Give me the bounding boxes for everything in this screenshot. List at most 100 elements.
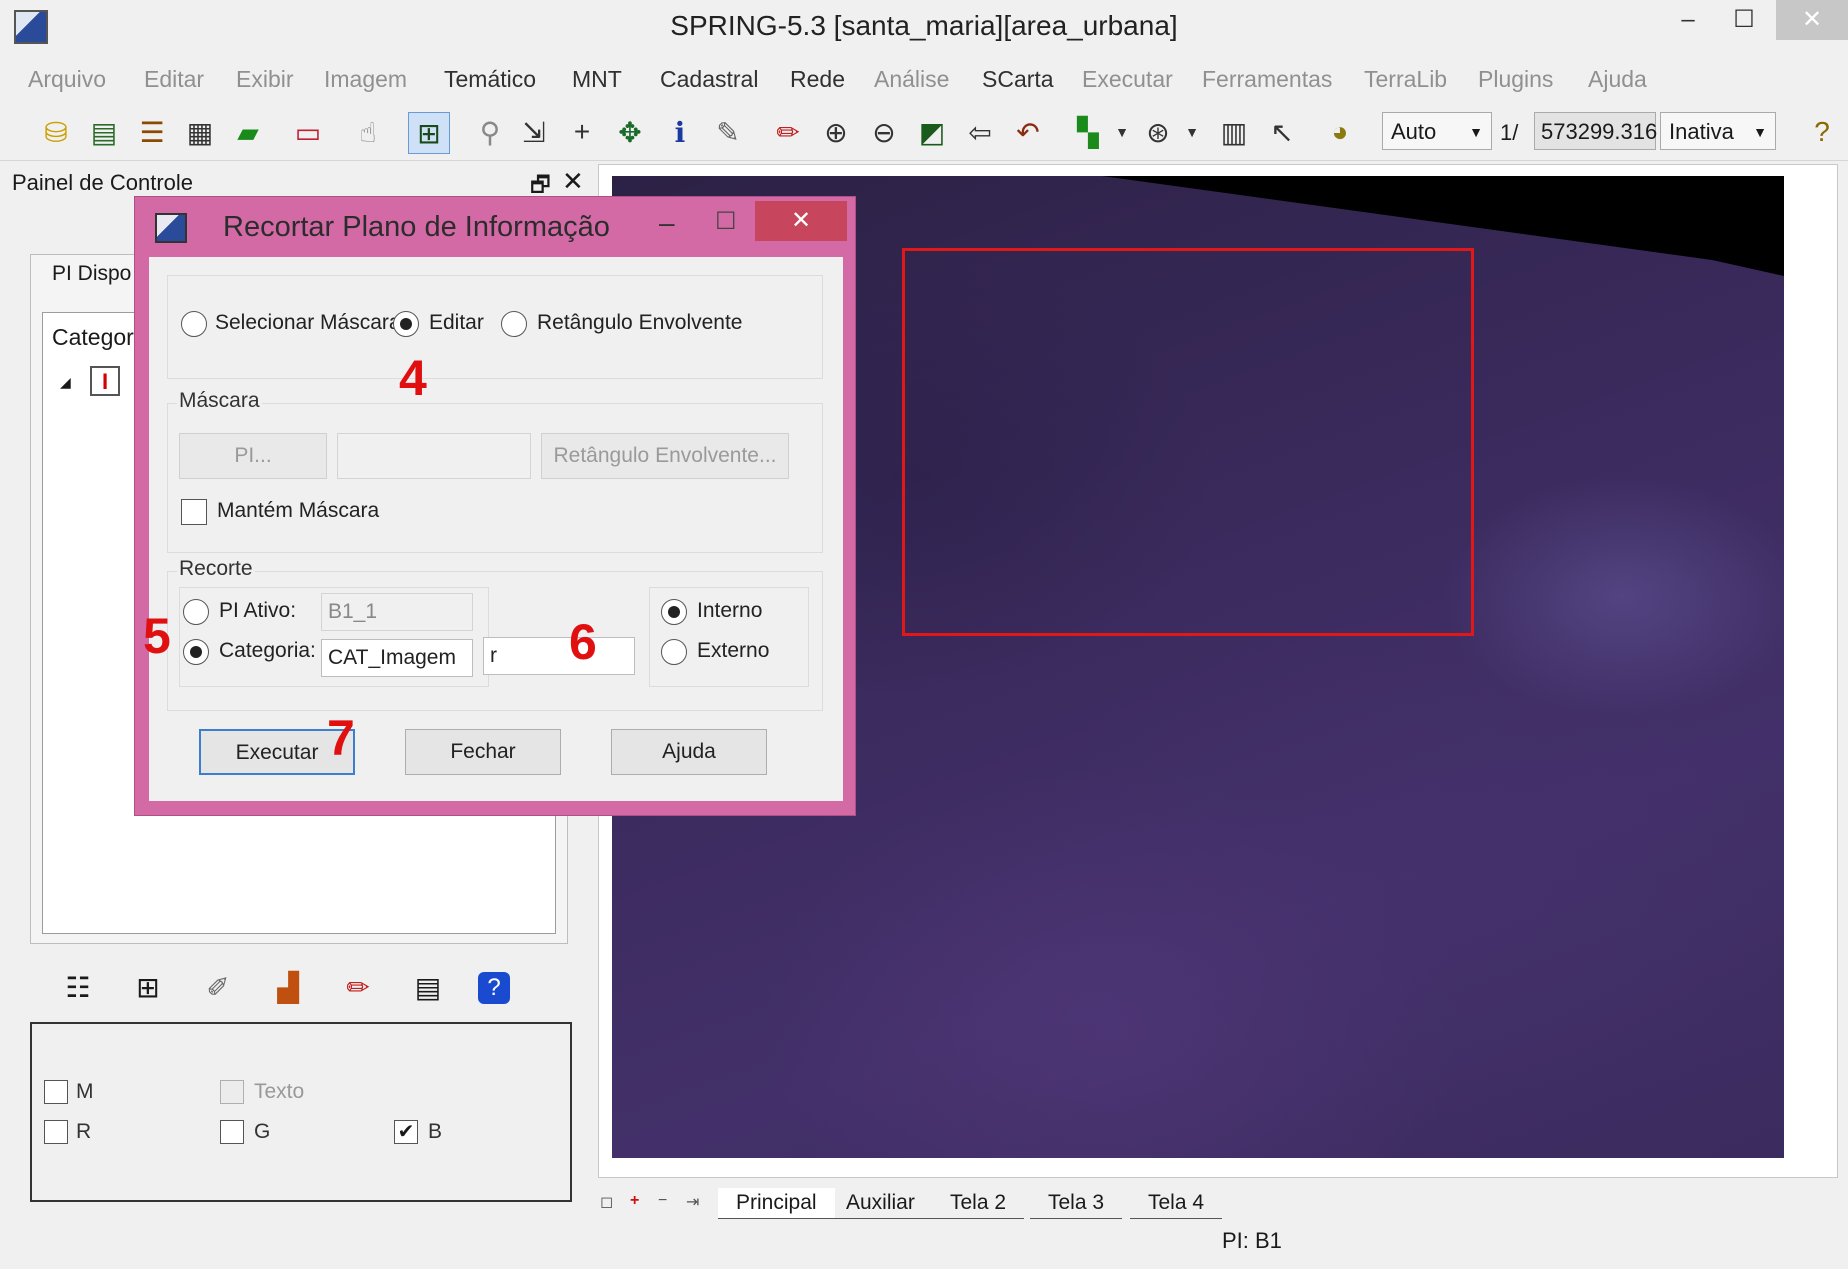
tag-icon[interactable]: ✎: [708, 112, 748, 152]
dialog-maximize-button[interactable]: ☐: [715, 207, 737, 236]
m-checkbox[interactable]: [44, 1080, 68, 1104]
edit-vector-icon[interactable]: ✐: [198, 968, 238, 1008]
menu-terralib[interactable]: TerraLib: [1364, 66, 1447, 93]
mascara-pi-field[interactable]: [337, 433, 531, 479]
tab-add-icon[interactable]: +: [630, 1192, 639, 1210]
mascara-pi-button[interactable]: PI...: [179, 433, 327, 479]
menu-plugins[interactable]: Plugins: [1478, 66, 1553, 93]
search-icon[interactable]: ⚲: [470, 112, 510, 152]
pencil-icon[interactable]: ✏: [768, 112, 808, 152]
draw-icon[interactable]: ⊞: [408, 112, 450, 154]
tree-header: Categor: [52, 324, 134, 350]
tab-tela-3[interactable]: Tela 3: [1030, 1188, 1123, 1219]
menu-ferramentas[interactable]: Ferramentas: [1202, 66, 1332, 93]
chart-icon[interactable]: ▟: [268, 968, 308, 1008]
select-cursor-icon[interactable]: ↖: [1262, 112, 1302, 152]
label-externo: Externo: [697, 639, 770, 662]
b-checkbox[interactable]: ✔: [394, 1120, 418, 1144]
menu-analise[interactable]: Análise: [874, 66, 949, 93]
maximize-button[interactable]: ☐: [1716, 0, 1772, 40]
radio-editar[interactable]: [393, 311, 419, 337]
menu-executar[interactable]: Executar: [1082, 66, 1173, 93]
output-name-input[interactable]: r: [483, 637, 635, 675]
scale-input[interactable]: 573299.316: [1534, 112, 1657, 150]
chevron-down-icon[interactable]: ▼: [1102, 112, 1142, 152]
g-checkbox[interactable]: [220, 1120, 244, 1144]
zoom-in-icon[interactable]: ⊕: [816, 112, 856, 152]
properties-icon[interactable]: ⊞: [128, 968, 168, 1008]
table-icon[interactable]: ▤: [408, 968, 448, 1008]
close-panel-icon[interactable]: ✕: [562, 166, 584, 197]
dialog-title-bar[interactable]: Recortar Plano de Informação – ☐ ✕: [135, 197, 855, 255]
b-label: B: [428, 1120, 443, 1143]
ruler-icon[interactable]: ▥: [1214, 112, 1254, 152]
database-icon[interactable]: ⛁: [36, 112, 76, 152]
recorte-group-title: Recorte: [177, 557, 255, 581]
menu-arquivo[interactable]: Arquivo: [28, 66, 106, 93]
radio-categoria[interactable]: [183, 639, 209, 665]
layers-icon[interactable]: ☰: [132, 112, 172, 152]
ajuda-button[interactable]: Ajuda: [611, 729, 767, 775]
radio-retangulo-envolvente[interactable]: [501, 311, 527, 337]
corner-arrow-icon[interactable]: ⇲: [514, 112, 554, 152]
zoom-out-icon[interactable]: ⊖: [864, 112, 904, 152]
menu-scarta[interactable]: SCarta: [982, 66, 1054, 93]
zoom-mode-select[interactable]: Auto ▼: [1382, 112, 1492, 150]
help-icon[interactable]: ?: [478, 972, 510, 1004]
info-icon[interactable]: ℹ: [660, 112, 700, 152]
cursor-info-icon[interactable]: ☝: [348, 112, 388, 152]
menu-mnt[interactable]: MNT: [572, 66, 622, 93]
m-label: M: [76, 1080, 94, 1103]
list-icon[interactable]: ☷: [58, 968, 98, 1008]
fechar-button[interactable]: Fechar: [405, 729, 561, 775]
menu-exibir[interactable]: Exibir: [236, 66, 294, 93]
radio-selecionar-mascara[interactable]: [181, 311, 207, 337]
menu-tematico[interactable]: Temático: [444, 66, 536, 93]
panel-title: Painel de Controle: [12, 170, 194, 195]
r-checkbox[interactable]: [44, 1120, 68, 1144]
tab-principal[interactable]: Principal: [718, 1188, 835, 1219]
plus-icon[interactable]: +: [562, 112, 602, 152]
main-toolbar: ⛁ ▤ ☰ ▦ ▰ ▭ ☝ ⊞ ⚲ ⇲ + ✥ ℹ ✎ ✏ ⊕ ⊖ ◩ ⇦ ↶ …: [0, 104, 1848, 161]
window-icon[interactable]: ▭: [288, 112, 328, 152]
dialog-body: Selecionar Máscara Editar Retângulo Envo…: [143, 257, 843, 801]
mantem-mascara-checkbox[interactable]: [181, 499, 207, 525]
pi-ativo-field[interactable]: B1_1: [321, 593, 473, 631]
menu-imagem[interactable]: Imagem: [324, 66, 407, 93]
categoria-field[interactable]: CAT_Imagem: [321, 639, 473, 677]
expand-icon[interactable]: ◢: [60, 374, 71, 391]
region-of-interest[interactable]: [902, 248, 1474, 636]
annotation-7: 7: [327, 710, 355, 766]
texto-checkbox[interactable]: [220, 1080, 244, 1104]
grid-icon[interactable]: ▦: [180, 112, 220, 152]
pencil-icon[interactable]: ✏: [338, 968, 378, 1008]
tab-auxiliar[interactable]: Auxiliar: [828, 1188, 933, 1219]
tab-tela-4[interactable]: Tela 4: [1130, 1188, 1223, 1219]
menu-editar[interactable]: Editar: [144, 66, 204, 93]
project-icon[interactable]: ▤: [84, 112, 124, 152]
tab-remove-icon[interactable]: −: [658, 1192, 667, 1210]
radio-interno[interactable]: [661, 599, 687, 625]
menu-ajuda[interactable]: Ajuda: [1588, 66, 1647, 93]
tab-tela-2[interactable]: Tela 2: [932, 1188, 1025, 1219]
tab-restore-icon[interactable]: ◻: [600, 1192, 613, 1212]
radio-externo[interactable]: [661, 639, 687, 665]
undo-icon[interactable]: ↶: [1008, 112, 1048, 152]
zoom-area-icon[interactable]: ◩: [912, 112, 952, 152]
polygon-icon[interactable]: ▰: [228, 112, 268, 152]
close-window-button[interactable]: ✕: [1776, 0, 1848, 40]
help-icon[interactable]: ?: [1802, 112, 1842, 152]
pan-icon[interactable]: ✥: [610, 112, 650, 152]
radio-pi-ativo[interactable]: [183, 599, 209, 625]
menu-cadastral[interactable]: Cadastral: [660, 66, 758, 93]
mascara-retangulo-button[interactable]: Retângulo Envolvente...: [541, 433, 789, 479]
dialog-close-button[interactable]: ✕: [755, 201, 847, 241]
back-arrow-icon[interactable]: ⇦: [960, 112, 1000, 152]
tab-next-icon[interactable]: ⇥: [686, 1192, 699, 1212]
chevron-down-icon[interactable]: ▼: [1172, 112, 1212, 152]
mode-select[interactable]: Inativa ▼: [1660, 112, 1776, 150]
menu-rede[interactable]: Rede: [790, 66, 845, 93]
palette-icon[interactable]: ◕: [1320, 112, 1360, 152]
minimize-button[interactable]: –: [1660, 0, 1716, 40]
dialog-minimize-button[interactable]: –: [659, 207, 675, 239]
